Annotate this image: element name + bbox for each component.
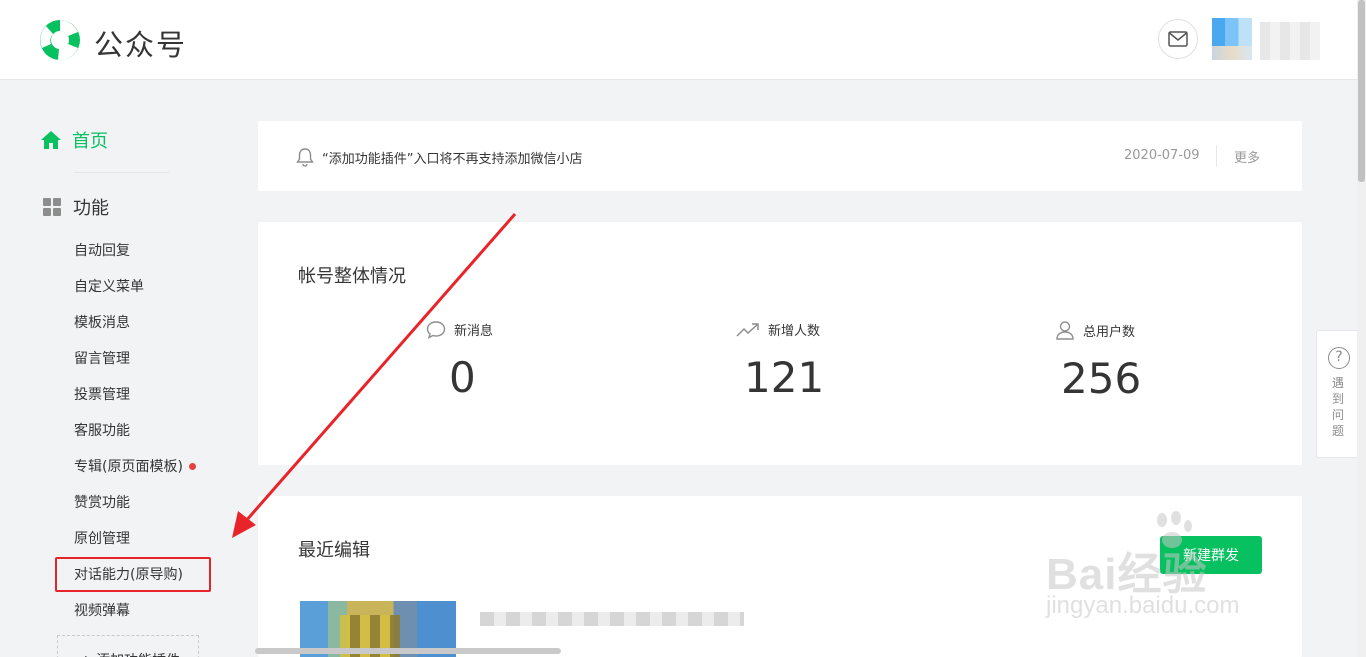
stat-value: 121 [744, 353, 825, 402]
sidebar: 首页 功能 自动回复 自定义菜单 模板消息 留言管理 投票管理 客服功能 专辑(… [0, 81, 230, 657]
stat-label: 总用户数 [1083, 324, 1136, 340]
sidebar-item-home[interactable]: 首页 [40, 127, 108, 153]
stat-value: 256 [1061, 354, 1142, 403]
sidebar-item-label: 赞赏功能 [74, 495, 130, 511]
sidebar-item-label: 投票管理 [74, 387, 130, 403]
sidebar-item-label: 专辑(原页面模板) [74, 459, 183, 475]
stat-label: 新消息 [454, 324, 494, 339]
account-name-blurred[interactable] [1260, 22, 1320, 60]
annotation-highlight-box [55, 557, 211, 592]
mail-button[interactable] [1158, 19, 1198, 59]
stat-total-users[interactable]: 总用户数 256 [1055, 320, 1141, 403]
home-icon [41, 131, 61, 149]
add-plugin-button[interactable]: + 添加功能插件 [57, 635, 199, 657]
vertical-scrollbar[interactable] [1357, 0, 1366, 657]
sidebar-item-customer-service[interactable]: 客服功能 [74, 420, 130, 440]
trend-up-icon [736, 322, 759, 337]
stat-label: 新增人数 [768, 324, 821, 339]
watermark-url: jingyan.baidu.com [1046, 592, 1240, 619]
notice-divider [1216, 145, 1217, 167]
recent-title: 最近编辑 [298, 540, 370, 561]
stat-value: 0 [449, 353, 476, 402]
sidebar-item-label: 客服功能 [74, 423, 130, 439]
sidebar-item-template-message[interactable]: 模板消息 [74, 312, 130, 332]
help-label: 遇到问题 [1332, 376, 1345, 438]
question-icon: ? [1328, 347, 1350, 369]
sidebar-item-video-danmaku[interactable]: 视频弹幕 [74, 600, 130, 620]
sidebar-item-label: 自定义菜单 [74, 279, 144, 295]
article-title-blurred[interactable] [480, 612, 744, 626]
sidebar-item-label: 模板消息 [74, 315, 130, 331]
stat-new-followers[interactable]: 新增人数 121 [736, 320, 824, 402]
help-widget[interactable]: ? 遇到问题 [1316, 330, 1360, 458]
sidebar-functions-label: 功能 [73, 198, 109, 219]
sidebar-item-album[interactable]: 专辑(原页面模板) [74, 456, 196, 476]
new-badge-dot [188, 462, 196, 470]
sidebar-home-label: 首页 [72, 131, 108, 152]
stat-new-messages[interactable]: 新消息 0 [426, 320, 493, 402]
chat-bubble-icon [426, 321, 446, 339]
brand-title[interactable]: 公众号 [94, 22, 187, 64]
sidebar-item-comments[interactable]: 留言管理 [74, 348, 130, 368]
mail-icon [1168, 31, 1188, 47]
sidebar-item-original[interactable]: 原创管理 [74, 528, 130, 548]
horizontal-scroll-hint [255, 648, 561, 654]
notice-text[interactable]: “添加功能插件”入口将不再支持添加微信小店 [322, 148, 582, 167]
sidebar-divider [74, 172, 169, 173]
bell-icon [296, 148, 314, 167]
sidebar-item-label: 留言管理 [74, 351, 130, 367]
notice-date: 2020-07-09 [1124, 148, 1200, 163]
sidebar-item-votes[interactable]: 投票管理 [74, 384, 130, 404]
wechat-official-logo-icon[interactable] [38, 18, 82, 62]
sidebar-item-label: 原创管理 [74, 531, 130, 547]
sidebar-item-label: 视频弹幕 [74, 603, 130, 619]
avatar[interactable] [1212, 18, 1252, 60]
account-overview-card: 帐号整体情况 新消息 0 新增人数 121 总用户数 256 [258, 222, 1302, 465]
sidebar-item-custom-menu[interactable]: 自定义菜单 [74, 276, 144, 296]
top-bar: 公众号 [0, 0, 1366, 80]
grid-icon [43, 198, 61, 216]
notice-more-link[interactable]: 更多 [1234, 147, 1260, 166]
scrollbar-thumb[interactable] [1358, 0, 1365, 182]
user-icon [1056, 321, 1074, 340]
sidebar-item-appreciation[interactable]: 赞赏功能 [74, 492, 130, 512]
sidebar-item-label: 自动回复 [74, 243, 130, 259]
notice-card: “添加功能插件”入口将不再支持添加微信小店 2020-07-09 更多 [258, 121, 1302, 191]
baidu-jingyan-watermark: Bai经验 jingyan.baidu.com [1046, 510, 1296, 630]
overview-title: 帐号整体情况 [298, 266, 406, 287]
sidebar-item-auto-reply[interactable]: 自动回复 [74, 240, 130, 260]
sidebar-section-functions[interactable]: 功能 [43, 194, 109, 220]
